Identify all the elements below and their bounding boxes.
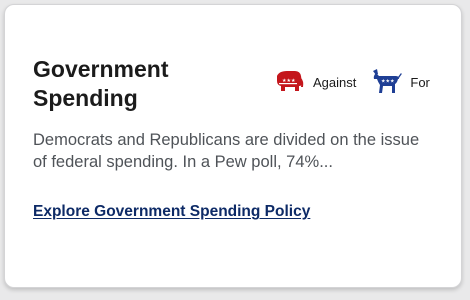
svg-text:★★★: ★★★ [381, 79, 395, 85]
republican-stance: ★★★ Against [273, 67, 356, 97]
donkey-icon: ★★★ [370, 67, 403, 97]
card-description: Democrats and Republicans are divided on… [33, 131, 420, 171]
explore-policy-link[interactable]: Explore Government Spending Policy [33, 203, 310, 221]
democrat-stance: ★★★ For [370, 67, 430, 97]
card-title: Government Spending [33, 56, 169, 111]
democrat-stance-label: For [410, 74, 430, 90]
republican-stance-label: Against [313, 74, 357, 90]
party-stances: ★★★ Against ★★★ For [273, 67, 430, 97]
elephant-icon: ★★★ [273, 67, 305, 97]
policy-card: Government Spending ★★★ Against ★★★ For … [4, 4, 462, 288]
